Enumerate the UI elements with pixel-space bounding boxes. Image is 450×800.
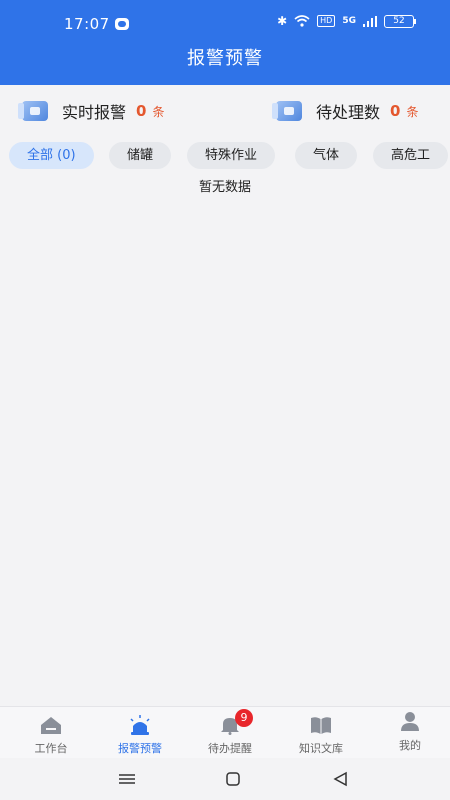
pending-card-icon	[272, 101, 302, 121]
stat-label: 待处理数	[316, 103, 381, 122]
menu-icon[interactable]	[116, 770, 138, 788]
nav-label: 报警预警	[118, 742, 162, 755]
nav-label: 知识文库	[299, 742, 343, 755]
page-title: 报警预警	[0, 40, 450, 85]
tab-all[interactable]: 全部 (0)	[9, 142, 94, 169]
tab-special-work[interactable]: 特殊作业	[187, 142, 276, 169]
nav-item-alarm[interactable]: 报警预警	[95, 707, 185, 759]
network-label: 5G	[342, 16, 356, 26]
siren-icon	[130, 715, 150, 735]
wifi-icon	[294, 15, 310, 27]
hd-icon: HD	[317, 15, 336, 27]
nav-label: 我的	[399, 739, 421, 752]
tab-high-risk[interactable]: 高危工	[373, 142, 449, 169]
system-nav-bar	[0, 758, 450, 800]
stats-row: 实时报警 0 条 待处理数 0 条	[0, 85, 450, 139]
stat-label: 实时报警	[62, 103, 127, 122]
stat-realtime-alarm[interactable]: 实时报警 0 条	[18, 99, 165, 123]
stat-count: 0	[136, 102, 147, 120]
stat-unit: 条	[152, 104, 165, 119]
home-icon	[41, 717, 61, 734]
tab-storage-tank[interactable]: 储罐	[109, 142, 172, 169]
signal-icon	[363, 15, 377, 27]
empty-state-text: 暂无数据	[198, 180, 251, 195]
nav-item-knowledge[interactable]: 知识文库	[276, 707, 366, 759]
alarm-card-icon	[18, 101, 48, 121]
nav-item-todo[interactable]: 9 待办提醒	[185, 707, 275, 759]
status-bar: 17:07 ✱ HD 5G 52	[0, 0, 450, 40]
book-icon	[311, 717, 331, 734]
home-button-icon[interactable]	[222, 770, 244, 788]
back-icon[interactable]	[330, 770, 352, 788]
user-icon	[401, 712, 419, 731]
stat-count: 0	[390, 102, 401, 120]
stat-pending[interactable]: 待处理数 0 条	[272, 99, 419, 123]
wechat-notification-icon	[115, 18, 129, 30]
nav-label: 工作台	[34, 742, 68, 755]
bottom-nav: 工作台 报警预警 9 待办提醒 知识文库 我的	[0, 706, 450, 758]
status-time: 17:07	[64, 15, 110, 33]
nav-label: 待办提醒	[208, 742, 252, 755]
tab-gas[interactable]: 气体	[295, 142, 358, 169]
stat-unit: 条	[406, 104, 419, 119]
bluetooth-icon: ✱	[277, 14, 288, 28]
nav-item-mine[interactable]: 我的	[365, 707, 450, 759]
todo-badge: 9	[235, 709, 253, 727]
filter-tabs: 全部 (0) 储罐 特殊作业 气体 高危工	[0, 139, 450, 175]
battery-icon: 52	[384, 14, 416, 28]
nav-item-workbench[interactable]: 工作台	[6, 707, 96, 759]
status-indicators: ✱ HD 5G 52	[277, 14, 416, 28]
